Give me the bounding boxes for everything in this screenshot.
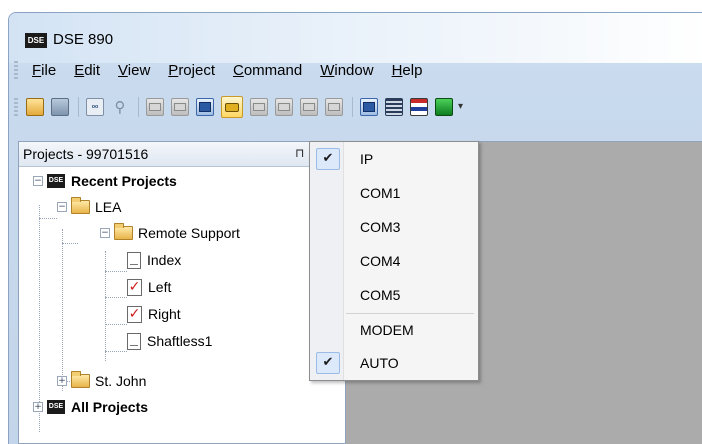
connection-icon <box>225 102 239 112</box>
tree-item-st-john[interactable]: + St. John <box>57 370 146 392</box>
toolbar-grip[interactable] <box>14 98 18 116</box>
tree-item-lea[interactable]: − LEA <box>57 196 121 218</box>
menu-item-ip[interactable]: ✔ IP <box>310 144 478 174</box>
menu-item-label: IP <box>360 151 374 167</box>
app-logo-icon: DSE <box>25 33 47 48</box>
tree-connector <box>105 271 127 272</box>
tree-item-label: Shaftless1 <box>147 333 213 349</box>
dse-project-icon: DSE <box>47 400 65 414</box>
projects-panel-title: Projects - 99701516 <box>23 146 149 162</box>
menu-item-label: COM1 <box>360 185 401 201</box>
tree-item-right[interactable]: ✓ Right <box>127 303 181 325</box>
tree-item-all-projects[interactable]: + DSE All Projects <box>33 396 148 418</box>
folder-icon <box>71 371 90 388</box>
menu-bar: File Edit View Project Command Window He… <box>14 57 702 83</box>
tree-item-remote-support[interactable]: − Remote Support <box>100 222 240 244</box>
tree-item-left[interactable]: ✓ Left <box>127 276 171 298</box>
check-icon: ✔ <box>316 352 340 374</box>
save-icon[interactable] <box>51 98 69 116</box>
folder-open-icon <box>71 197 90 214</box>
toolbar-separator <box>78 97 79 117</box>
tree-connector <box>105 297 127 298</box>
toolbar-separator <box>352 97 353 117</box>
tree-item-label: All Projects <box>71 399 149 415</box>
expand-toggle[interactable]: + <box>57 376 67 386</box>
collapse-toggle[interactable]: − <box>100 228 110 238</box>
tree-connector <box>105 351 127 352</box>
pin-icon[interactable]: ⊓ <box>295 146 304 160</box>
menu-item-modem[interactable]: MODEM <box>310 315 478 345</box>
checked-doc-icon: ✓ <box>127 278 142 296</box>
open-project-icon[interactable] <box>26 98 44 116</box>
module-action-icon[interactable] <box>300 98 318 116</box>
connection-dropdown-menu: ✔ IP COM1 COM3 COM4 COM5 MODEM ✔ AUTO <box>309 141 479 381</box>
dse-project-icon: DSE <box>47 174 65 188</box>
collapse-toggle[interactable]: − <box>57 202 67 212</box>
read-config-icon[interactable]: ᵒᵒ <box>86 98 104 116</box>
network-icon[interactable] <box>360 98 378 116</box>
toolbar-overflow-icon[interactable]: ▾ <box>458 100 464 114</box>
menubar-grip[interactable] <box>14 61 18 79</box>
tree-item-index[interactable]: Index <box>127 249 181 271</box>
flag-icon[interactable] <box>410 98 428 116</box>
menu-edit[interactable]: Edit <box>74 62 100 79</box>
doc-icon <box>127 332 141 350</box>
projects-panel-header: Projects - 99701516 ⊓ <box>19 142 345 167</box>
module-action-icon[interactable] <box>325 98 343 116</box>
tree-item-label: Left <box>148 279 172 295</box>
scada-icon[interactable] <box>196 98 214 116</box>
tree-item-label: Remote Support <box>138 225 240 241</box>
checked-doc-icon: ✓ <box>127 305 142 323</box>
tree-connector <box>62 229 63 391</box>
menu-view[interactable]: View <box>118 62 150 79</box>
menu-item-auto[interactable]: ✔ AUTO <box>310 348 478 378</box>
tree-item-label: LEA <box>95 199 122 215</box>
window-title: DSE 890 <box>53 31 114 48</box>
menu-item-label: AUTO <box>360 355 399 371</box>
toolbar: ᵒᵒ ⚲ ▾ <box>14 92 702 122</box>
tree-connector <box>62 243 78 244</box>
tree-connector <box>105 324 127 325</box>
menu-item-label: COM5 <box>360 287 401 303</box>
monitor-icon[interactable] <box>435 98 453 116</box>
menu-project[interactable]: Project <box>168 62 215 79</box>
menu-help[interactable]: Help <box>392 62 423 79</box>
check-icon: ✔ <box>316 148 340 170</box>
tree-item-label: Index <box>147 252 182 268</box>
tree-item-label: St. John <box>95 373 147 389</box>
menu-item-label: MODEM <box>360 322 414 338</box>
menu-item-com4[interactable]: COM4 <box>310 246 478 276</box>
menu-item-com1[interactable]: COM1 <box>310 178 478 208</box>
menu-file[interactable]: File <box>32 62 56 79</box>
search-icon[interactable]: ⚲ <box>111 98 129 116</box>
read-module-icon[interactable] <box>146 98 164 116</box>
tree-connector <box>39 218 57 219</box>
menu-item-label: COM3 <box>360 219 401 235</box>
tree-item-label: Right <box>148 306 181 322</box>
module-action-icon[interactable] <box>250 98 268 116</box>
tree-item-recent-projects[interactable]: − DSE Recent Projects <box>33 170 177 192</box>
connection-type-button[interactable] <box>221 96 243 118</box>
write-module-icon[interactable] <box>171 98 189 116</box>
menu-item-label: COM4 <box>360 253 401 269</box>
expand-toggle[interactable]: + <box>33 402 43 412</box>
doc-icon <box>127 251 141 269</box>
title-bar: DSE DSE 890 <box>9 13 702 63</box>
collapse-toggle[interactable]: − <box>33 176 43 186</box>
menu-window[interactable]: Window <box>320 62 373 79</box>
grid-icon[interactable] <box>385 98 403 116</box>
tree-connector <box>105 251 106 361</box>
menu-command[interactable]: Command <box>233 62 302 79</box>
menu-item-com5[interactable]: COM5 <box>310 280 478 310</box>
menu-separator <box>346 313 474 314</box>
folder-open-icon <box>114 223 133 240</box>
projects-panel: Projects - 99701516 ⊓ − DSE Recent Proje… <box>18 141 346 444</box>
toolbar-separator <box>138 97 139 117</box>
tree-item-shaftless1[interactable]: Shaftless1 <box>127 330 212 352</box>
module-action-icon[interactable] <box>275 98 293 116</box>
tree-item-label: Recent Projects <box>71 173 177 189</box>
menu-item-com3[interactable]: COM3 <box>310 212 478 242</box>
